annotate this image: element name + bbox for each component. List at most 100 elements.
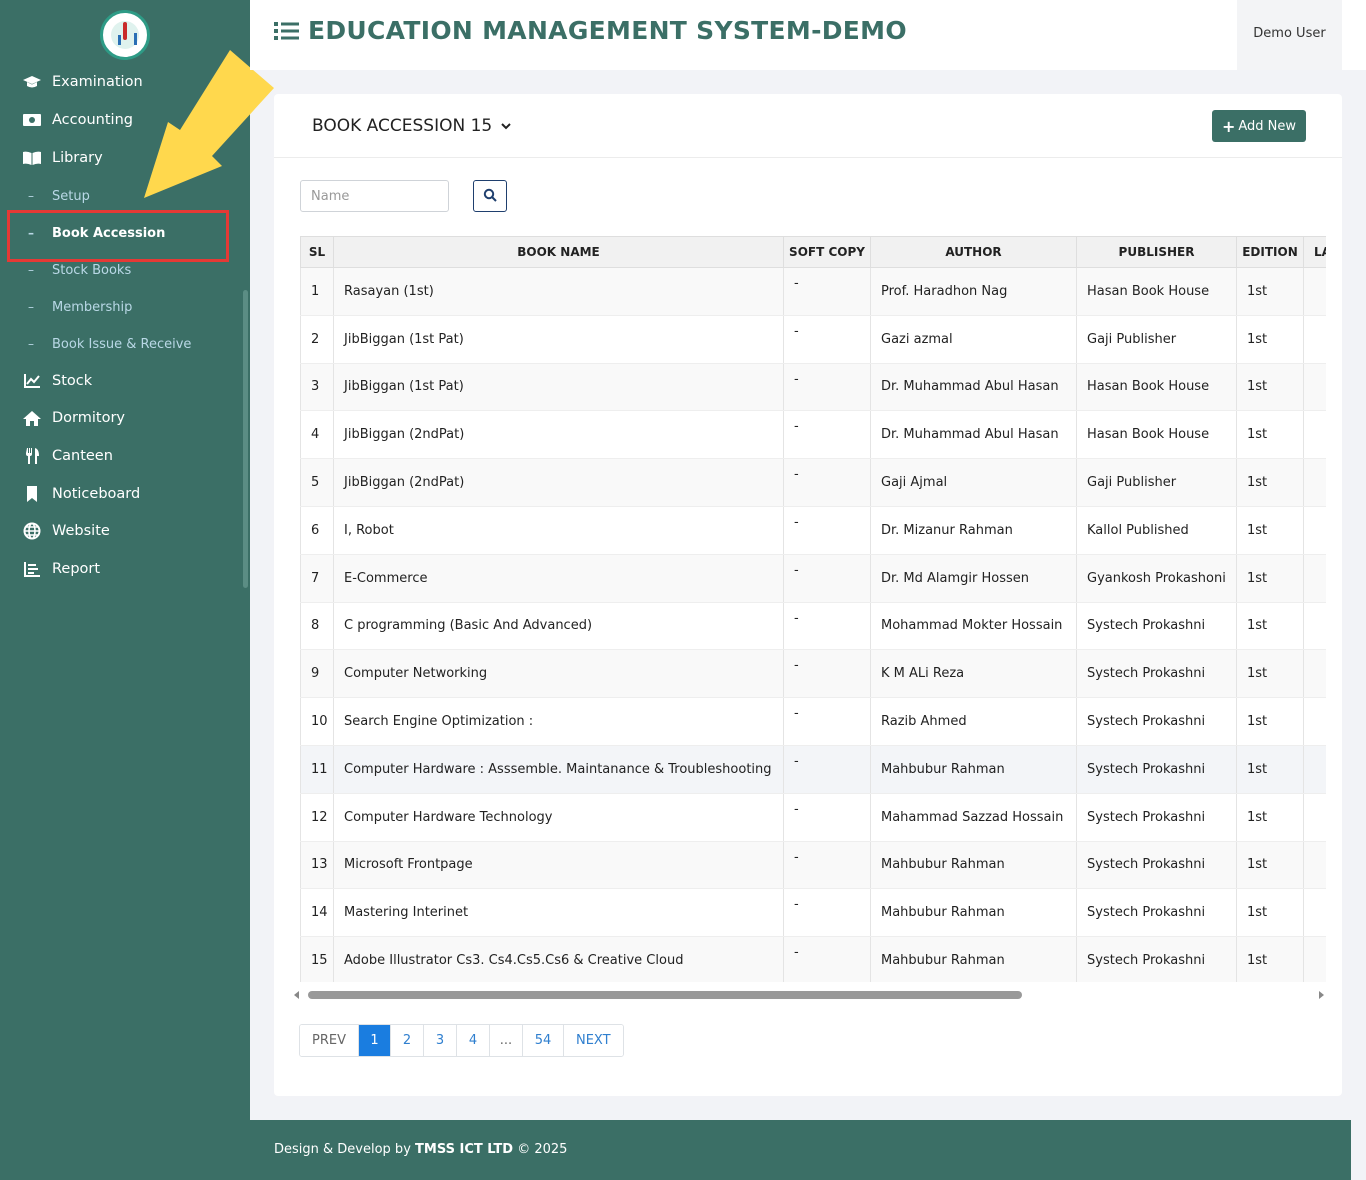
table-row[interactable]: 8C programming (Basic And Advanced) - Moha… — [300, 602, 1326, 651]
search-button[interactable] — [473, 180, 507, 212]
cell-soft-copy: - — [783, 745, 871, 794]
header-edition[interactable]: EDITION — [1236, 236, 1304, 268]
table-row[interactable]: 9 Computer Networking - K M ALi Reza Systech… — [300, 649, 1326, 699]
name-search-input[interactable] — [300, 180, 449, 212]
cell-author: Dr. Md Alamgir Hossen — [870, 554, 1077, 603]
cell-la — [1303, 936, 1326, 982]
cell-la — [1303, 363, 1326, 412]
page-1[interactable]: 1 — [358, 1025, 391, 1056]
page-2[interactable]: 2 — [390, 1025, 424, 1056]
page-3[interactable]: 3 — [423, 1025, 457, 1056]
cell-book-name: Search Engine Optimization : — [333, 697, 784, 746]
scroll-left-icon[interactable] — [294, 991, 299, 999]
cell-edition: 1st — [1236, 649, 1304, 699]
cell-soft-copy: - — [783, 841, 871, 890]
sidebar-item-label: Stock — [52, 373, 93, 389]
chevron-down-icon — [500, 116, 512, 136]
top-header: EDUCATION MANAGEMENT SYSTEM-DEMO Demo Us… — [250, 0, 1366, 70]
table-row[interactable]: 15 Adobe Illustrator Cs3. Cs4.Cs5.Cs6 & C… — [300, 936, 1326, 982]
cell-edition: 1st — [1236, 458, 1304, 507]
page-prev[interactable]: PREV — [300, 1025, 359, 1056]
add-new-button[interactable]: + Add New — [1212, 110, 1306, 142]
cell-author: Mahbubur Rahman — [870, 745, 1077, 794]
cell-publisher: Systech Prokashni — [1076, 841, 1237, 890]
table-row[interactable]: 4 JibBiggan (2ndPat) - Dr. Muhammad Abul Ha… — [300, 410, 1326, 460]
sidebar-sub-stock-books[interactable]: – Stock Books — [28, 260, 131, 280]
cell-book-name: Computer Hardware Technology — [333, 793, 784, 842]
sidebar-item-accounting[interactable]: Accounting — [22, 108, 133, 132]
cell-sl: 5 — [300, 458, 334, 507]
table-row[interactable]: 2 JibBiggan (1st Pat) - Gazi azmal Gaji Publ… — [300, 315, 1326, 364]
sidebar-item-examination[interactable]: Examination — [22, 70, 143, 94]
horizontal-scrollbar[interactable] — [294, 990, 1324, 1000]
cell-book-name: JibBiggan (2ndPat) — [333, 458, 784, 507]
sidebar-item-library[interactable]: Library — [22, 146, 103, 170]
cell-edition: 1st — [1236, 267, 1304, 316]
page-next[interactable]: NEXT — [563, 1025, 623, 1056]
sidebar-scrollbar[interactable] — [243, 290, 248, 588]
table-row[interactable]: 11 Computer Hardware : Asssemble. Maintan… — [300, 745, 1326, 794]
cell-publisher: Gaji Publisher — [1076, 315, 1237, 364]
page-54[interactable]: 54 — [522, 1025, 564, 1056]
table-row[interactable]: 3 JibBiggan (1st Pat) - Dr. Muhammad Abul H… — [300, 363, 1326, 412]
table-row[interactable]: 6 I, Robot - Dr. Mizanur Rahman Kallol Publi… — [300, 506, 1326, 555]
cell-book-name: Computer Hardware : Asssemble. Maintanan… — [333, 745, 784, 794]
cell-book-name: Microsoft Frontpage — [333, 841, 784, 890]
table-row[interactable]: 1 Rasayan (1st) - Prof. Haradhon Nag Hasan B… — [300, 267, 1326, 316]
header-soft-copy[interactable]: SOFT COPY — [783, 236, 871, 268]
cell-la — [1303, 458, 1326, 507]
book-accession-table: SL BOOK NAME SOFT COPY AUTHOR PUBLISHER … — [300, 236, 1326, 982]
cell-sl: 10 — [300, 697, 334, 746]
header-sl[interactable]: SL — [300, 236, 334, 268]
sidebar-item-report[interactable]: Report — [22, 557, 100, 581]
table-row[interactable]: 10 Search Engine Optimization : - Razib Ahm… — [300, 697, 1326, 746]
page-title-dropdown[interactable]: BOOK ACCESSION 15 — [312, 116, 512, 136]
cell-publisher: Hasan Book House — [1076, 267, 1237, 316]
sidebar-sub-membership[interactable]: – Membership — [28, 297, 132, 317]
cell-edition: 1st — [1236, 410, 1304, 460]
table-row[interactable]: 12 Computer Hardware Technology - Mahammad … — [300, 793, 1326, 842]
table-row[interactable]: 5 JibBiggan (2ndPat) - Gaji Ajmal Gaji Publi… — [300, 458, 1326, 507]
page-4[interactable]: 4 — [456, 1025, 490, 1056]
sidebar-item-website[interactable]: Website — [22, 519, 110, 543]
sidebar-item-stock[interactable]: Stock — [22, 369, 92, 393]
table-row[interactable]: 13 Microsoft Frontpage - Mahbubur Rahman Sys… — [300, 841, 1326, 890]
sidebar-item-noticeboard[interactable]: Noticeboard — [22, 482, 140, 506]
cell-book-name: JibBiggan (1st Pat) — [333, 363, 784, 412]
cell-sl: 8 — [300, 602, 334, 651]
header-author[interactable]: AUTHOR — [870, 236, 1077, 268]
table-row[interactable]: 14 Mastering Interinet - Mahbubur Rahman Sys… — [300, 888, 1326, 938]
dash-icon: – — [28, 263, 34, 277]
user-menu[interactable]: Demo User — [1237, 0, 1342, 70]
header-book-name[interactable]: BOOK NAME — [333, 236, 784, 268]
cell-author: Dr. Muhammad Abul Hasan — [870, 363, 1077, 412]
sidebar-item-dormitory[interactable]: Dormitory — [22, 406, 125, 430]
cell-author: Razib Ahmed — [870, 697, 1077, 746]
sidebar-item-label: Library — [52, 150, 103, 166]
dash-icon: – — [28, 337, 34, 351]
header-la[interactable]: LA — [1303, 236, 1326, 268]
user-name: Demo User — [1253, 26, 1326, 41]
cell-publisher: Hasan Book House — [1076, 410, 1237, 460]
cell-soft-copy: - — [783, 506, 871, 555]
header-publisher[interactable]: PUBLISHER — [1076, 236, 1237, 268]
cell-author: Mahbubur Rahman — [870, 841, 1077, 890]
cell-author: Dr. Muhammad Abul Hasan — [870, 410, 1077, 460]
cell-soft-copy: - — [783, 793, 871, 842]
search-icon — [483, 187, 497, 206]
scrollbar-thumb[interactable] — [308, 991, 1022, 999]
cell-soft-copy: - — [783, 363, 871, 412]
scroll-right-icon[interactable] — [1319, 991, 1324, 999]
menu-list-icon[interactable] — [274, 20, 300, 46]
sidebar-sub-book-issue[interactable]: – Book Issue & Receive — [28, 334, 191, 354]
sidebar-item-canteen[interactable]: Canteen — [22, 444, 113, 468]
cell-sl: 11 — [300, 745, 334, 794]
cell-edition: 1st — [1236, 841, 1304, 890]
cell-sl: 1 — [300, 267, 334, 316]
highlight-annotation — [7, 210, 229, 262]
cell-author: Prof. Haradhon Nag — [870, 267, 1077, 316]
cell-book-name: I, Robot — [333, 506, 784, 555]
sidebar-sub-setup[interactable]: – Setup — [28, 186, 90, 206]
table-row[interactable]: 7 E-Commerce - Dr. Md Alamgir Hossen Gyankos… — [300, 554, 1326, 603]
cell-edition: 1st — [1236, 602, 1304, 651]
